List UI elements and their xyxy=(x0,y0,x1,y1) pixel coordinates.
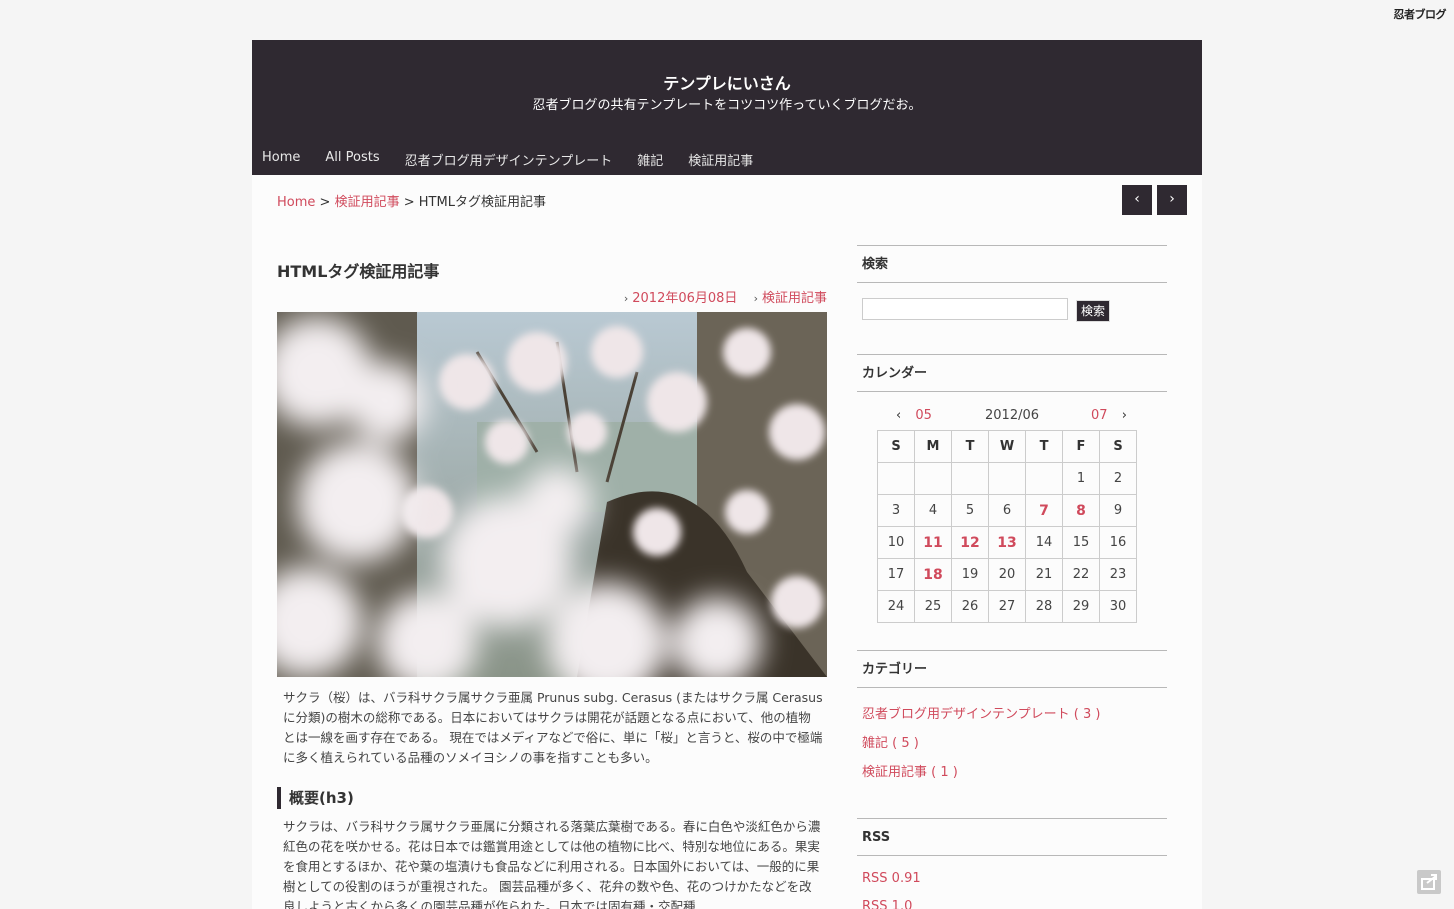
calendar-week-row: 3456789 xyxy=(877,494,1137,527)
breadcrumb-separator: > xyxy=(319,195,331,210)
calendar-week-row: 17 18 19 20 21 22 23 xyxy=(877,558,1137,591)
calendar-weekday: F xyxy=(1062,430,1100,463)
calendar-day: 30 xyxy=(1099,590,1137,623)
article-category[interactable]: 検証用記事 xyxy=(762,291,827,306)
breadcrumb-home[interactable]: Home xyxy=(277,195,315,210)
prev-article-button[interactable]: ‹ xyxy=(1122,185,1152,215)
calendar-prev-label[interactable]: 05 xyxy=(915,408,932,423)
calendar-day: 26 xyxy=(951,590,989,623)
calendar-day: 25 xyxy=(914,590,952,623)
article-date[interactable]: 2012年06月08日 xyxy=(632,291,737,306)
calendar-day[interactable]: 11 xyxy=(914,526,952,559)
calendar-heading: カレンダー xyxy=(857,354,1167,392)
global-nav: Home All Posts 忍者ブログ用デザインテンプレート 雑記 検証用記事 xyxy=(262,150,753,169)
categories-heading: カテゴリー xyxy=(857,650,1167,688)
article-intro-text: サクラ（桜）は、バラ科サクラ属サクラ亜属 Prunus subg. Cerasu… xyxy=(283,690,823,765)
page-wrapper: テンプレにいさん 忍者ブログの共有テンプレートをコツコツ作っていくブログだお。 … xyxy=(252,40,1202,909)
rss-10-link[interactable]: RSS 1.0 xyxy=(862,899,912,909)
calendar-day[interactable]: 13 xyxy=(988,526,1026,559)
calendar-empty-cell xyxy=(914,462,952,495)
site-header: テンプレにいさん 忍者ブログの共有テンプレートをコツコツ作っていくブログだお。 … xyxy=(252,40,1202,175)
ninja-blog-logo[interactable]: 忍者ブログ xyxy=(1394,6,1447,22)
calendar-day: 20 xyxy=(988,558,1026,591)
rss-091-link[interactable]: RSS 0.91 xyxy=(862,871,921,886)
share-icon[interactable] xyxy=(1417,870,1441,894)
chevron-left-icon: ‹ xyxy=(896,408,902,423)
calendar-weekday: M xyxy=(914,430,952,463)
calendar-weekday: T xyxy=(1025,430,1063,463)
calendar-next-month[interactable]: 07 › xyxy=(1091,408,1127,423)
calendar-day: 16 xyxy=(1099,526,1137,559)
calendar-prev-month[interactable]: ‹ 05 xyxy=(896,408,932,423)
nav-item-all-posts[interactable]: All Posts xyxy=(325,150,379,169)
calendar-weekday: S xyxy=(1099,430,1137,463)
calendar-day[interactable]: 12 xyxy=(951,526,989,559)
calendar-day: 5 xyxy=(951,494,989,527)
category-link-templates[interactable]: 忍者ブログ用デザインテンプレート ( 3 ) xyxy=(862,703,1100,722)
breadcrumb: Home > 検証用記事 > HTMLタグ検証用記事 xyxy=(277,191,546,210)
calendar-day: 10 xyxy=(877,526,915,559)
calendar-day: 15 xyxy=(1062,526,1100,559)
chevron-left-icon: ‹ xyxy=(1134,191,1140,207)
breadcrumb-separator: > xyxy=(403,195,415,210)
chevron-right-icon: › xyxy=(753,292,758,305)
calendar-empty-cell xyxy=(1025,462,1063,495)
calendar-day: 14 xyxy=(1025,526,1063,559)
article-meta: › 2012年06月08日 › 検証用記事 xyxy=(277,287,827,306)
article-heading-h3: 概要(h3) xyxy=(277,787,354,809)
article-body-text: サクラは、バラ科サクラ属サクラ亜属に分類される落葉広葉樹である。春に白色や淡紅色… xyxy=(283,819,821,909)
calendar-day: 29 xyxy=(1062,590,1100,623)
calendar-day: 24 xyxy=(877,590,915,623)
calendar-empty-cell xyxy=(951,462,989,495)
calendar-next-label[interactable]: 07 xyxy=(1091,408,1108,423)
chevron-right-icon: › xyxy=(1121,408,1127,423)
chevron-right-icon: › xyxy=(1169,191,1175,207)
search-button[interactable]: 検索 xyxy=(1076,300,1111,322)
calendar-day: 4 xyxy=(914,494,952,527)
article-title[interactable]: HTMLタグ検証用記事 xyxy=(277,258,439,282)
calendar-day: 23 xyxy=(1099,558,1137,591)
calendar-table: SMTWTFS 1 2 3 4 5 6 7 8 9 10 11 12 13 14 15 16 17 18 19 20 2… xyxy=(877,430,1137,623)
nav-item-templates[interactable]: 忍者ブログ用デザインテンプレート xyxy=(405,150,613,169)
calendar-weekday: T xyxy=(951,430,989,463)
calendar-day[interactable]: 7 xyxy=(1025,494,1063,527)
calendar-day: 1 xyxy=(1062,462,1100,495)
nav-item-misc[interactable]: 雑記 xyxy=(637,150,663,169)
calendar-empty-cell xyxy=(988,462,1026,495)
calendar-day: 9 xyxy=(1099,494,1137,527)
calendar-weekday: W xyxy=(988,430,1026,463)
calendar-day: 28 xyxy=(1025,590,1063,623)
calendar-day: 2 xyxy=(1099,462,1137,495)
calendar-day: 3 xyxy=(877,494,915,527)
calendar-weekday-row: SMTWTFS xyxy=(877,430,1137,463)
search-input[interactable] xyxy=(862,298,1068,320)
cherry-blossom-photo xyxy=(277,312,827,677)
next-article-button[interactable]: › xyxy=(1157,185,1187,215)
nav-item-test-articles[interactable]: 検証用記事 xyxy=(688,150,753,169)
site-description: 忍者ブログの共有テンプレートをコツコツ作っていくブログだお。 xyxy=(532,98,922,113)
calendar-day[interactable]: 8 xyxy=(1062,494,1100,527)
calendar-weekday: S xyxy=(877,430,915,463)
breadcrumb-current: HTMLタグ検証用記事 xyxy=(418,195,546,210)
category-link-test-articles[interactable]: 検証用記事 ( 1 ) xyxy=(862,761,958,780)
breadcrumb-category[interactable]: 検証用記事 xyxy=(335,195,400,210)
calendar-day: 22 xyxy=(1062,558,1100,591)
calendar-empty-cell xyxy=(877,462,915,495)
calendar-day: 17 xyxy=(877,558,915,591)
calendar-current-month: 2012/06 xyxy=(985,408,1040,423)
chevron-right-icon: › xyxy=(623,292,629,305)
category-link-misc[interactable]: 雑記 ( 5 ) xyxy=(862,732,919,751)
nav-item-home[interactable]: Home xyxy=(262,150,300,169)
calendar-day: 27 xyxy=(988,590,1026,623)
search-heading: 検索 xyxy=(857,245,1167,283)
calendar-day: 19 xyxy=(951,558,989,591)
calendar-week-row: 10 11 12 13 14 15 16 xyxy=(877,526,1137,559)
calendar-day[interactable]: 18 xyxy=(914,558,952,591)
calendar-week-row: 12 xyxy=(877,462,1137,495)
rss-heading: RSS xyxy=(857,818,1167,856)
calendar-week-row: 24 25 26 27 28 29 30 xyxy=(877,590,1137,623)
site-title[interactable]: テンプレにいさん xyxy=(252,70,1202,94)
calendar-day: 21 xyxy=(1025,558,1063,591)
calendar-day: 6 xyxy=(988,494,1026,527)
